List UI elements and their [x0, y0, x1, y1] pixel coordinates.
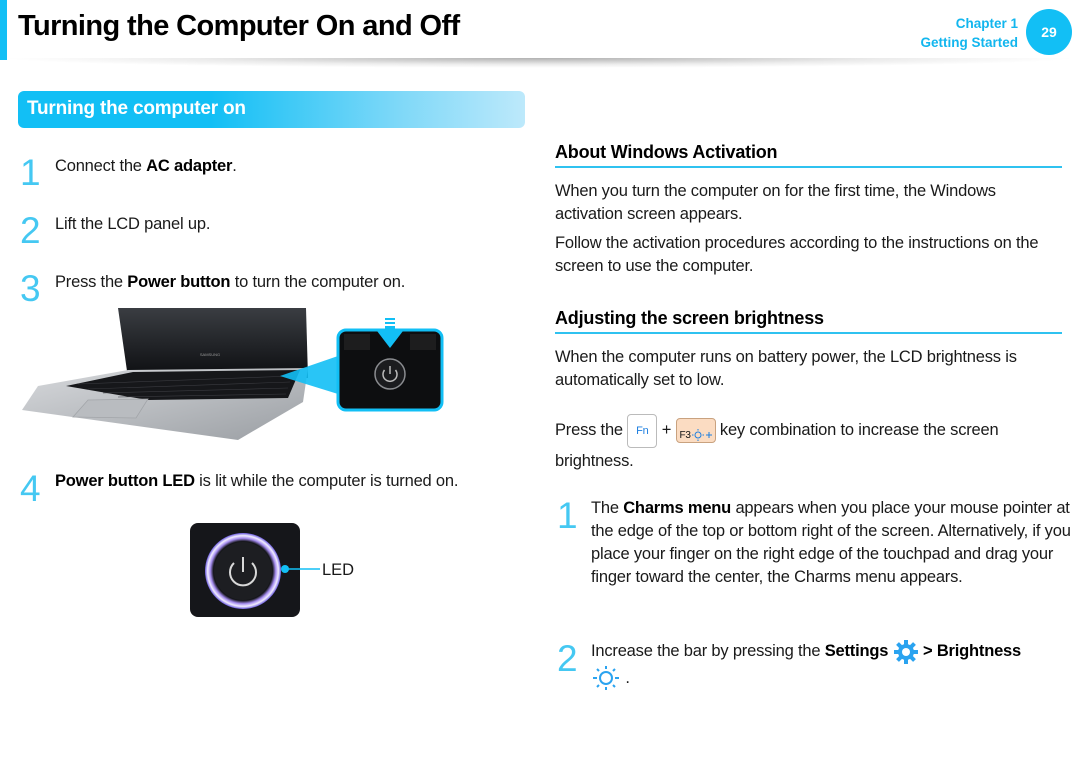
heading-windows-activation: About Windows Activation — [555, 142, 778, 162]
page-number-badge: 29 — [1026, 9, 1072, 55]
step-text-bold: Power button LED — [55, 472, 195, 490]
step-text: Connect the AC adapter. — [55, 155, 237, 178]
brightness-paragraph: When the computer runs on battery power,… — [555, 348, 1017, 389]
activation-paragraph-1: When you turn the computer on for the fi… — [555, 182, 996, 223]
press-text: Press the — [555, 421, 623, 439]
header-accent-bar — [0, 0, 7, 60]
step-text-plain: to turn the computer on. — [230, 273, 406, 291]
step-text-plain: is lit while the computer is turned on. — [194, 472, 459, 490]
step-text-bold: Brightness — [936, 642, 1022, 660]
heading-brightness: Adjusting the screen brightness — [555, 308, 824, 328]
step-text: Press the Power button to turn the compu… — [55, 271, 405, 294]
step-text-bold: Power button — [127, 273, 231, 291]
heading-underline — [555, 166, 1062, 168]
step-text-plain: Press the — [55, 273, 128, 291]
step-text-plain: . — [625, 668, 630, 687]
step-text: Lift the LCD panel up. — [55, 215, 211, 233]
step-text-bold: > — [918, 642, 937, 660]
section-banner: Turning the computer on — [18, 91, 525, 128]
step-text: Power button LED is lit while the comput… — [55, 470, 458, 493]
led-label: LED — [322, 561, 355, 579]
power-button-callout — [336, 318, 444, 412]
laptop-screen — [118, 308, 308, 378]
step-number: 3 — [20, 268, 41, 309]
step-text: The Charms menu appears when you place y… — [591, 497, 1071, 589]
brightness-sun-icon — [593, 666, 619, 691]
step-number: 2 — [20, 210, 41, 251]
fn-key-icon: Fn — [627, 413, 658, 448]
step-text-bold: Settings — [824, 642, 889, 660]
step-number: 4 — [20, 468, 41, 509]
step-text-bold: AC adapter — [146, 157, 233, 175]
chapter-number: Chapter 1 — [955, 16, 1018, 31]
chapter-label: Chapter 1 Getting Started — [920, 14, 1018, 52]
activation-paragraph-2: Follow the activation procedures accordi… — [555, 234, 1039, 275]
chapter-name: Getting Started — [920, 35, 1018, 50]
plus-sign: + — [661, 421, 672, 439]
key-combo-line: Press the Fn + F3 key combination to inc… — [555, 413, 1065, 448]
f3-brightness-key-icon: F3 — [675, 418, 716, 444]
f3-key-label: F3 — [679, 430, 691, 442]
step-number: 2 — [557, 638, 578, 679]
step-number: 1 — [557, 495, 578, 536]
step-text-plain: Increase the bar by pressing the — [591, 642, 825, 660]
led-pointer-line — [281, 565, 320, 573]
step-text-plain: . — [232, 157, 237, 175]
heading-underline — [555, 332, 1062, 334]
step-text-plain: Connect the — [55, 157, 147, 175]
step-text: Increase the bar by pressing the Setting… — [591, 638, 1071, 691]
page-title: Turning the Computer On and Off — [18, 10, 460, 42]
section-title: Turning the computer on — [27, 98, 246, 119]
key-combo-line-end: brightness. — [555, 452, 634, 470]
step-text-plain: The — [591, 499, 624, 517]
settings-gear-icon — [893, 639, 918, 664]
laptop-brand: SAMSUNG — [200, 352, 220, 357]
press-text: key combination to increase the screen — [719, 421, 999, 439]
brightness-up-icon — [691, 429, 712, 442]
step-text-bold: Charms menu — [623, 499, 732, 517]
step-number: 1 — [20, 152, 41, 193]
header-divider — [0, 58, 1080, 68]
